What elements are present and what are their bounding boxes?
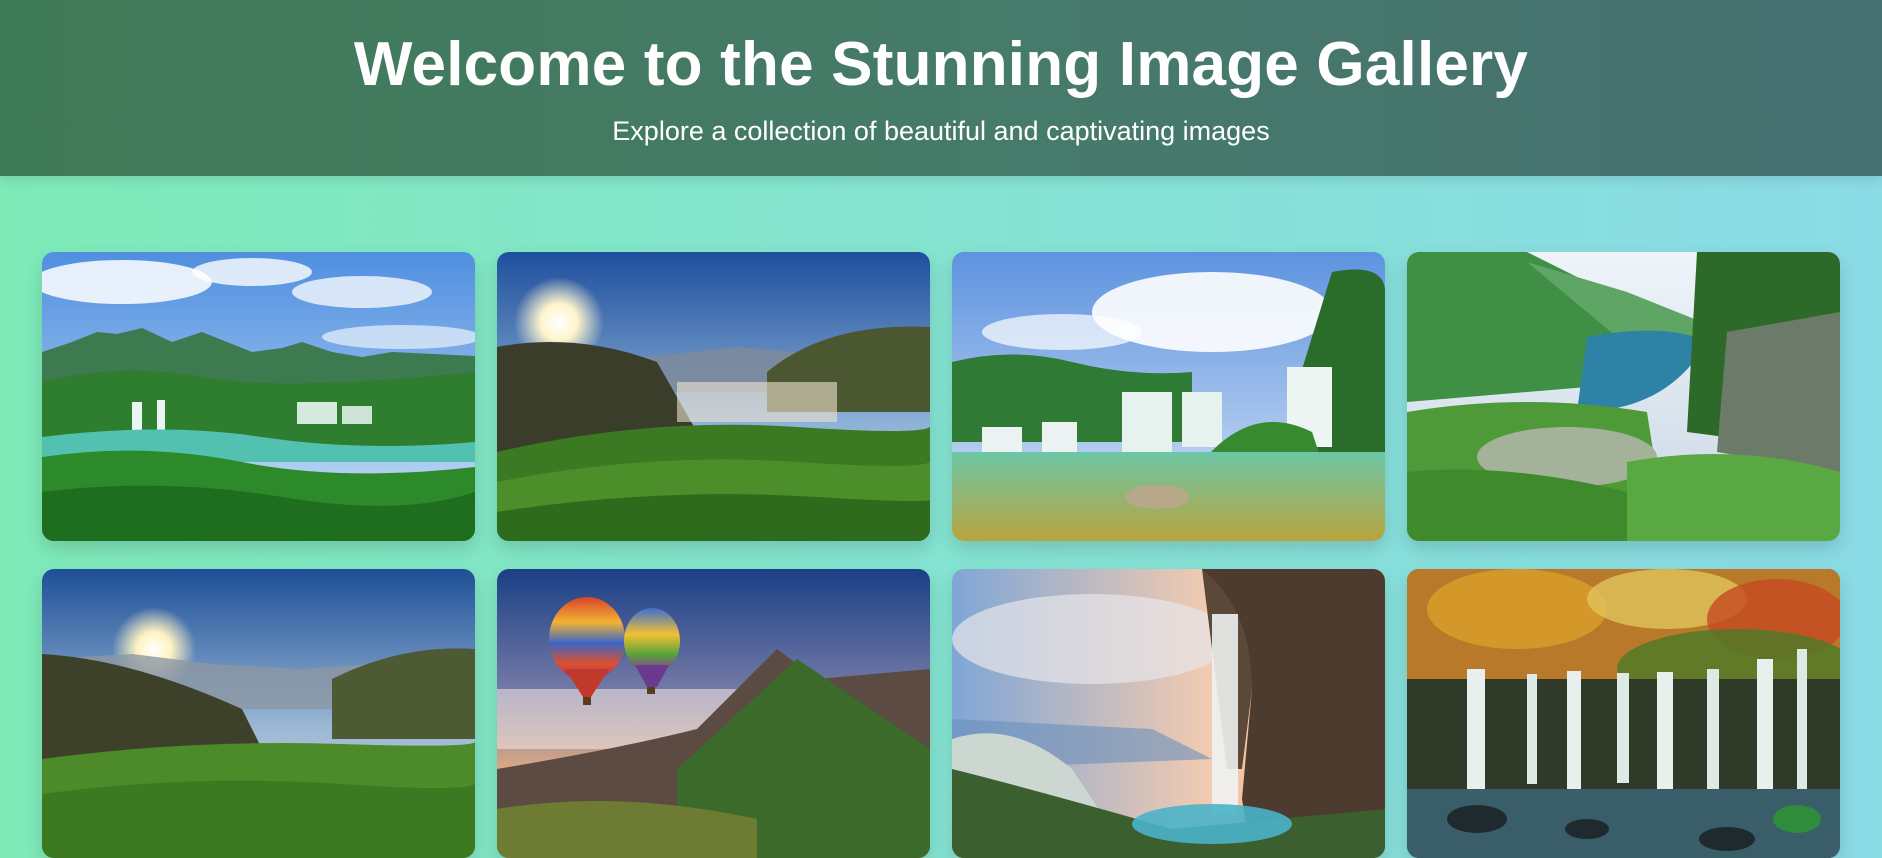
gallery-item-6[interactable] bbox=[497, 569, 930, 858]
gallery-item-5[interactable] bbox=[42, 569, 475, 858]
page-title: Welcome to the Stunning Image Gallery bbox=[353, 30, 1529, 99]
mountain-lake-image bbox=[1407, 252, 1840, 541]
page-header: Welcome to the Stunning Image Gallery Ex… bbox=[0, 0, 1882, 176]
cave-waterfall-image bbox=[952, 569, 1385, 858]
sunrise-tea-hills-image bbox=[497, 252, 930, 541]
image-gallery bbox=[42, 252, 1842, 858]
gallery-item-1[interactable] bbox=[42, 252, 475, 541]
gallery-item-4[interactable] bbox=[1407, 252, 1840, 541]
gallery-item-8[interactable] bbox=[1407, 569, 1840, 858]
gallery-item-7[interactable] bbox=[952, 569, 1385, 858]
autumn-waterfall-image bbox=[1407, 569, 1840, 858]
page-subtitle: Explore a collection of beautiful and ca… bbox=[612, 116, 1270, 146]
hot-air-balloons-image bbox=[497, 569, 930, 858]
waterfall-lagoon-image bbox=[42, 252, 475, 541]
gallery-item-2[interactable] bbox=[497, 252, 930, 541]
tropical-waterfall-image bbox=[952, 252, 1385, 541]
gallery-item-3[interactable] bbox=[952, 252, 1385, 541]
sunlit-tea-plantation-image bbox=[42, 569, 475, 858]
